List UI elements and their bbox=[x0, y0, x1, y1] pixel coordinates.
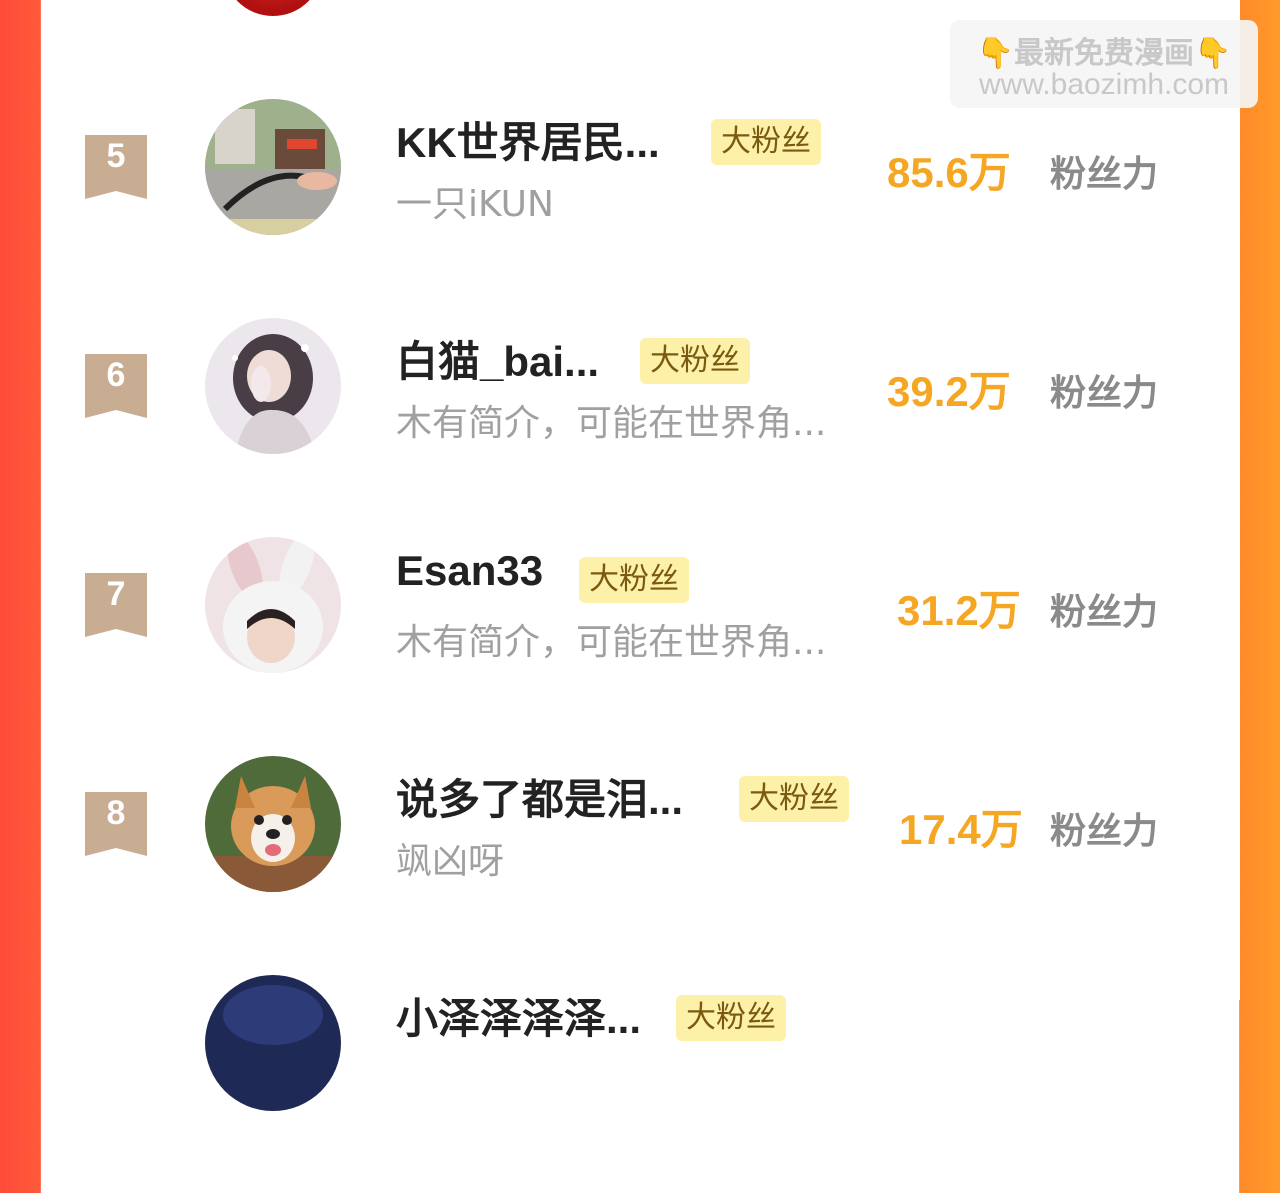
avatar[interactable] bbox=[205, 975, 341, 1111]
score-label: 粉丝力 bbox=[1050, 373, 1159, 414]
avatar[interactable] bbox=[205, 318, 341, 454]
ranking-row[interactable]: 6 白猫_bai... 大粉丝 木有简介，可能在世界角... 39.2万 粉丝力 bbox=[41, 318, 1240, 536]
score-label: 粉丝力 bbox=[1050, 154, 1159, 195]
rank-badge: 8 bbox=[85, 792, 147, 856]
ranking-row[interactable]: 7 Esan33 大粉丝 木有简介，可能在世界角... 31.2万 粉丝力 bbox=[41, 537, 1240, 755]
rank-badge: 6 bbox=[85, 354, 147, 418]
rank-number: 6 bbox=[106, 356, 126, 394]
ranking-row[interactable]: 8 说多了都是泪... 大粉丝 飒凶呀 17.4万 粉丝力 bbox=[41, 756, 1240, 974]
ranking-row[interactable]: 小泽泽泽泽... 大粉丝 bbox=[41, 975, 1240, 1193]
fan-score: 17.4万 bbox=[899, 806, 1023, 853]
fan-level-tag: 大粉丝 bbox=[739, 776, 849, 822]
user-bio: 木有简介，可能在世界角... bbox=[396, 622, 827, 663]
watermark-line1: 最新免费漫画 bbox=[1014, 36, 1194, 71]
user-bio: 飒凶呀 bbox=[396, 841, 505, 882]
fan-score: 31.2万 bbox=[897, 587, 1021, 634]
user-bio: 一只iKUN bbox=[396, 184, 554, 225]
pointing-down-hand-icon: 👇 bbox=[1194, 36, 1232, 71]
fan-score: 85.6万 bbox=[887, 149, 1011, 196]
score-label: 粉丝力 bbox=[1050, 811, 1159, 852]
user-bio: 木有简介，可能在世界角... bbox=[396, 403, 827, 444]
watermark: 👇最新免费漫画👇 www.baozimh.com bbox=[950, 20, 1258, 108]
watermark-line2: www.baozimh.com bbox=[978, 68, 1230, 101]
avatar-partial-top bbox=[223, 0, 323, 16]
fan-level-tag: 大粉丝 bbox=[640, 338, 750, 384]
rank-number: 7 bbox=[106, 575, 126, 613]
rank-number: 5 bbox=[106, 137, 126, 175]
user-name[interactable]: 小泽泽泽泽... bbox=[396, 985, 641, 1046]
rank-badge: 7 bbox=[85, 573, 147, 637]
ranking-row[interactable]: 5 KK世界居民... 大粉丝 一只iKUN 85.6万 粉丝力 bbox=[41, 99, 1240, 317]
user-name[interactable]: 白猫_bai... bbox=[396, 328, 599, 389]
rank-number: 8 bbox=[106, 794, 126, 832]
pointing-down-hand-icon: 👇 bbox=[976, 36, 1014, 71]
avatar[interactable] bbox=[205, 756, 341, 892]
user-name[interactable]: KK世界居民... bbox=[396, 109, 660, 170]
avatar[interactable] bbox=[205, 99, 341, 235]
rank-badge: 5 bbox=[85, 135, 147, 199]
ranking-panel: 5 KK世界居民... 大粉丝 一只iKUN 85.6万 粉丝力 6 白猫_ba… bbox=[41, 0, 1258, 1111]
score-label: 粉丝力 bbox=[1050, 592, 1159, 633]
user-name[interactable]: 说多了都是泪... bbox=[396, 766, 683, 827]
fan-level-tag: 大粉丝 bbox=[711, 119, 821, 165]
user-name[interactable]: Esan33 bbox=[396, 547, 543, 595]
avatar[interactable] bbox=[205, 537, 341, 673]
fan-level-tag: 大粉丝 bbox=[579, 557, 689, 603]
fan-score: 39.2万 bbox=[887, 368, 1011, 415]
fan-level-tag: 大粉丝 bbox=[676, 995, 786, 1041]
